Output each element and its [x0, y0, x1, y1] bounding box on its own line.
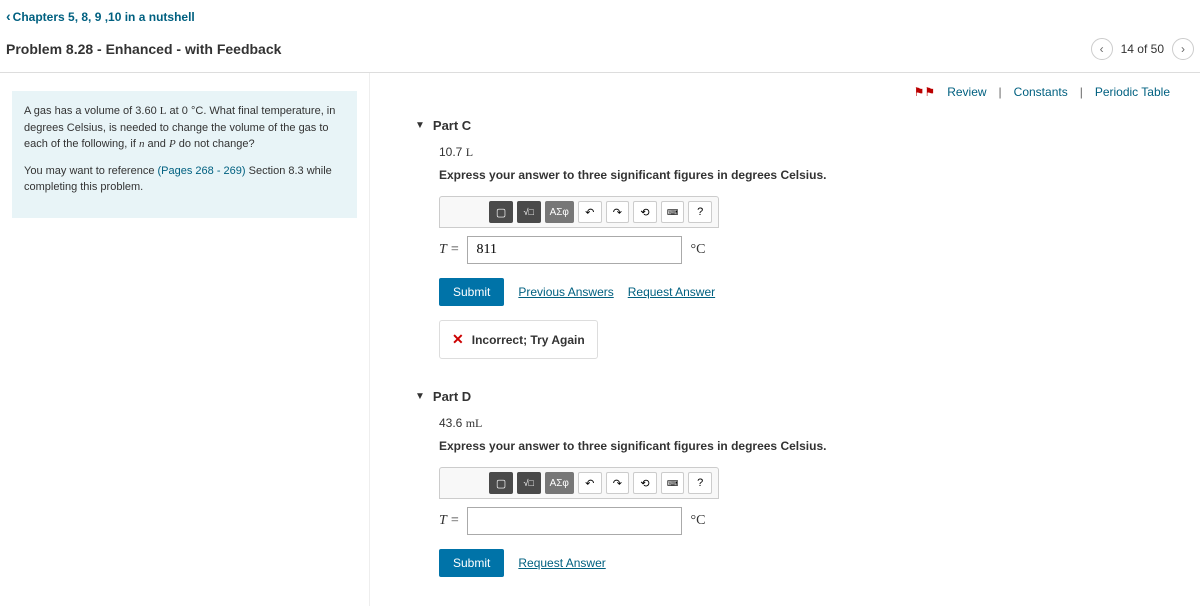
breadcrumb[interactable]: Chapters 5, 8, 9 ,10 in a nutshell — [6, 10, 195, 24]
part-c-value: 10.7 L — [439, 145, 1170, 160]
part-c-instruction: Express your answer to three significant… — [439, 168, 1170, 182]
greek-button[interactable]: ΑΣφ — [545, 472, 574, 494]
question-text-2: You may want to reference (Pages 268 - 2… — [24, 163, 345, 196]
reset-button[interactable]: ⟲ — [633, 472, 657, 494]
keyboard-button[interactable]: ⌨ — [661, 472, 685, 494]
part-c-answer-input[interactable] — [467, 236, 682, 264]
part-c-previous-answers-link[interactable]: Previous Answers — [518, 285, 613, 299]
problem-title: Problem 8.28 - Enhanced - with Feedback — [6, 41, 281, 57]
part-c-var-label: T = — [439, 242, 459, 258]
greek-button[interactable]: ΑΣφ — [545, 201, 574, 223]
flag-icon: ⚑⚑ — [914, 85, 936, 99]
keyboard-button[interactable]: ⌨ — [661, 201, 685, 223]
fraction-button[interactable]: √□ — [517, 472, 541, 494]
next-page-button[interactable]: › — [1172, 38, 1194, 60]
part-d-unit: °C — [690, 513, 705, 529]
review-link[interactable]: Review — [947, 85, 986, 99]
incorrect-icon: ✕ — [452, 331, 464, 348]
part-d-answer-input[interactable] — [467, 507, 682, 535]
page-indicator: 14 of 50 — [1121, 42, 1164, 56]
part-c-toolbar: ▢ √□ ΑΣφ ↶ ↷ ⟲ ⌨ ? — [439, 196, 719, 228]
template-button[interactable]: ▢ — [489, 201, 513, 223]
part-d-header[interactable]: ▼ Part D — [415, 389, 1170, 404]
part-c-submit-button[interactable]: Submit — [439, 278, 504, 306]
part-d-var-label: T = — [439, 513, 459, 529]
part-c-unit: °C — [690, 242, 705, 258]
part-c-header[interactable]: ▼ Part C — [415, 118, 1170, 133]
question-text-1: A gas has a volume of 3.60 L at 0 °C. Wh… — [24, 103, 345, 153]
page-reference-link[interactable]: (Pages 268 - 269) — [158, 165, 246, 177]
part-d-title: Part D — [433, 389, 471, 404]
fraction-button[interactable]: √□ — [517, 201, 541, 223]
help-button[interactable]: ? — [688, 201, 712, 223]
redo-button[interactable]: ↷ — [606, 472, 630, 494]
reset-button[interactable]: ⟲ — [633, 201, 657, 223]
redo-button[interactable]: ↷ — [606, 201, 630, 223]
part-c-title: Part C — [433, 118, 471, 133]
undo-button[interactable]: ↶ — [578, 472, 602, 494]
question-panel: A gas has a volume of 3.60 L at 0 °C. Wh… — [0, 73, 370, 606]
help-button[interactable]: ? — [688, 472, 712, 494]
part-d-value: 43.6 mL — [439, 416, 1170, 431]
template-button[interactable]: ▢ — [489, 472, 513, 494]
part-d-submit-button[interactable]: Submit — [439, 549, 504, 577]
part-d-request-answer-link[interactable]: Request Answer — [518, 556, 605, 570]
caret-down-icon: ▼ — [415, 391, 425, 402]
paging: ‹ 14 of 50 › — [1091, 38, 1194, 60]
part-c-request-answer-link[interactable]: Request Answer — [628, 285, 715, 299]
periodic-table-link[interactable]: Periodic Table — [1095, 85, 1170, 99]
undo-button[interactable]: ↶ — [578, 201, 602, 223]
constants-link[interactable]: Constants — [1014, 85, 1068, 99]
caret-down-icon: ▼ — [415, 120, 425, 131]
part-d-instruction: Express your answer to three significant… — [439, 439, 1170, 453]
part-c-feedback: ✕ Incorrect; Try Again — [439, 320, 598, 359]
prev-page-button[interactable]: ‹ — [1091, 38, 1113, 60]
part-d-toolbar: ▢ √□ ΑΣφ ↶ ↷ ⟲ ⌨ ? — [439, 467, 719, 499]
